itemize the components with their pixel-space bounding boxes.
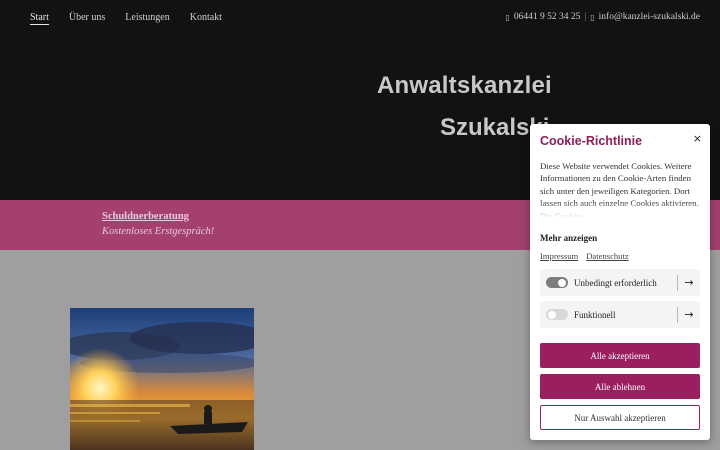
nav-item-start[interactable]: Start <box>30 12 49 25</box>
accept-selection-button[interactable]: Nur Auswahl akzeptieren <box>540 405 700 430</box>
cookie-dialog: Cookie-Richtlinie × Diese Website verwen… <box>530 124 710 440</box>
functional-toggle[interactable] <box>546 309 568 320</box>
close-icon[interactable]: × <box>693 132 702 145</box>
phone-icon: ▯ <box>505 12 510 22</box>
schuldnerberatung-link[interactable]: Schuldnerberatung <box>102 211 189 222</box>
category-necessary: Unbedingt erforderlich → <box>540 269 700 296</box>
show-more-link[interactable]: Mehr anzeigen <box>540 233 597 243</box>
main-nav: Start Über uns Leistungen Kontakt <box>30 12 222 25</box>
hero-title: Anwaltskanzlei <box>377 72 552 99</box>
category-functional: Funktionell → <box>540 301 700 328</box>
band-tagline: Kostenloses Erstgespräch! <box>102 226 215 237</box>
nav-item-ueber-uns[interactable]: Über uns <box>69 12 105 25</box>
envelope-icon: ▯ <box>590 12 595 22</box>
cookie-links: Impressum Datenschutz <box>540 251 629 261</box>
phone-number[interactable]: 06441 9 52 34 25 <box>514 12 581 22</box>
accept-all-button[interactable]: Alle akzeptieren <box>540 343 700 368</box>
category-label: Unbedingt erforderlich <box>574 277 657 288</box>
category-label: Funktionell <box>574 309 616 320</box>
necessary-toggle[interactable] <box>546 277 568 288</box>
cookie-description: Diese Website verwendet Cookies. Weitere… <box>540 160 702 218</box>
contact-separator: | <box>584 12 587 22</box>
nav-item-leistungen[interactable]: Leistungen <box>125 12 169 25</box>
sunset-boat-image <box>70 308 254 450</box>
arrow-right-icon[interactable]: → <box>678 308 700 321</box>
datenschutz-link[interactable]: Datenschutz <box>586 251 628 261</box>
reject-all-button[interactable]: Alle ablehnen <box>540 374 700 399</box>
contact-info: ▯ 06441 9 52 34 25 | ▯ info@kanzlei-szuk… <box>505 12 700 22</box>
cookie-title: Cookie-Richtlinie <box>540 134 643 148</box>
nav-item-kontakt[interactable]: Kontakt <box>190 12 222 25</box>
arrow-right-icon[interactable]: → <box>678 276 700 289</box>
email-address[interactable]: info@kanzlei-szukalski.de <box>599 12 700 22</box>
impressum-link[interactable]: Impressum <box>540 251 578 261</box>
